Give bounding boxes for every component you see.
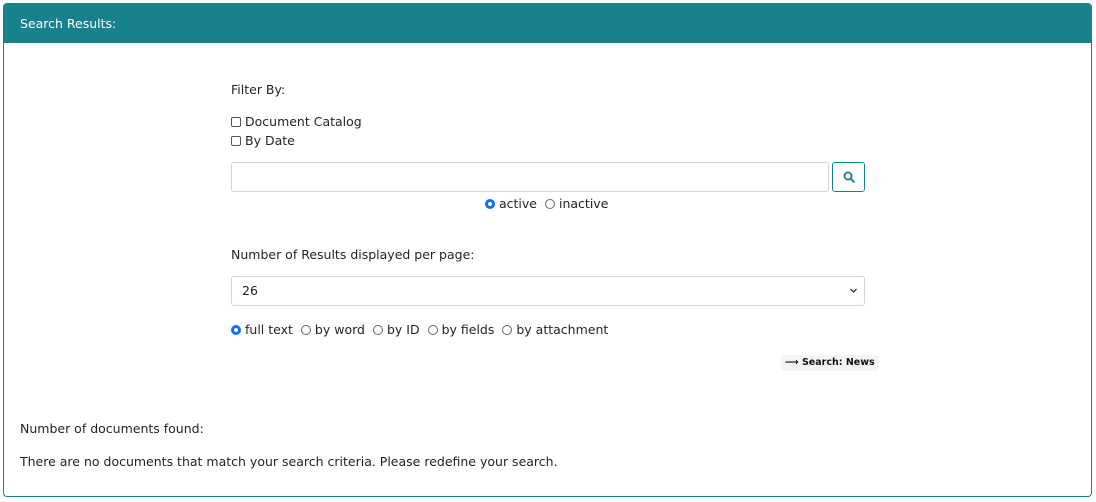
mode-by-word-option[interactable]: by word [300, 322, 365, 337]
by-fields-radio[interactable] [427, 324, 438, 335]
by-id-label: by ID [386, 322, 420, 337]
active-label: active [499, 196, 537, 211]
no-results-message: There are no documents that match your s… [20, 454, 558, 469]
search-mode-radio-group: full text by word by ID by fields by att… [231, 322, 616, 337]
status-active-option[interactable]: active [485, 196, 537, 211]
document-catalog-label: Document Catalog [245, 114, 362, 129]
panel-title: Search Results: [20, 16, 117, 31]
documents-found-label: Number of documents found: [20, 421, 204, 436]
full-text-radio[interactable] [231, 324, 241, 335]
inactive-label: inactive [559, 196, 609, 211]
by-date-checkbox[interactable] [231, 135, 241, 146]
by-fields-label: by fields [441, 322, 495, 337]
filter-document-catalog[interactable]: Document Catalog [231, 114, 362, 129]
by-date-label: By Date [245, 133, 295, 148]
search-icon [843, 171, 855, 183]
by-id-radio[interactable] [372, 324, 383, 335]
panel-header: Search Results: [4, 4, 1091, 43]
mode-by-id-option[interactable]: by ID [372, 322, 420, 337]
status-inactive-option[interactable]: inactive [545, 196, 608, 211]
results-per-page-value: 26 [242, 283, 258, 298]
mode-by-fields-option[interactable]: by fields [427, 322, 495, 337]
inactive-radio[interactable] [545, 198, 555, 209]
mode-by-attachment-option[interactable]: by attachment [502, 322, 608, 337]
by-attachment-radio[interactable] [502, 324, 513, 335]
search-news-label: Search: News [801, 357, 875, 368]
arrow-right-icon: ⟶ [785, 357, 799, 368]
chevron-down-icon [850, 288, 857, 293]
active-radio[interactable] [485, 198, 495, 209]
results-per-page-select[interactable]: 26 [231, 276, 865, 306]
filter-label: Filter By: [231, 82, 286, 97]
document-catalog-checkbox[interactable] [231, 116, 241, 127]
mode-full-text-option[interactable]: full text [231, 322, 293, 337]
search-results-panel: Search Results: Filter By: Document Cata… [3, 3, 1092, 497]
search-input[interactable] [231, 162, 829, 192]
by-attachment-label: by attachment [516, 322, 609, 337]
by-word-radio[interactable] [300, 324, 311, 335]
filter-by-date[interactable]: By Date [231, 133, 295, 148]
status-radio-group: active inactive [485, 196, 616, 211]
search-button[interactable] [832, 162, 865, 192]
full-text-label: full text [245, 322, 293, 337]
by-word-label: by word [314, 322, 365, 337]
results-per-page-label: Number of Results displayed per page: [231, 247, 475, 262]
search-news-button[interactable]: ⟶ Search: News [781, 355, 879, 371]
